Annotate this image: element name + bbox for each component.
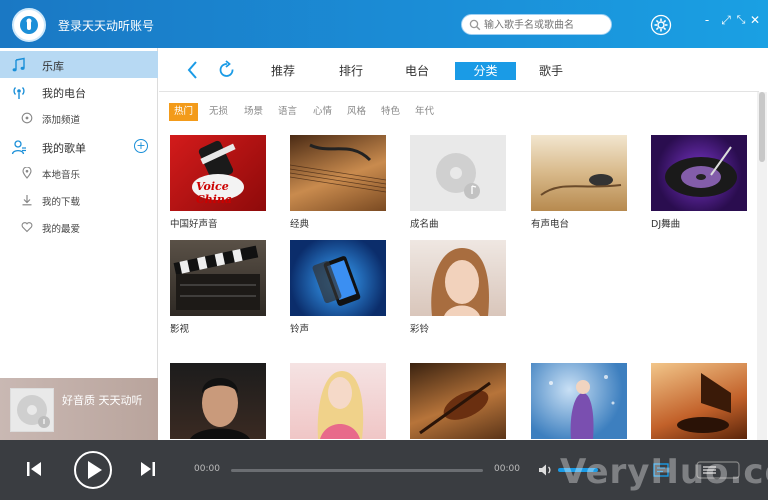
album-cover-placeholder	[10, 388, 54, 432]
heart-icon	[21, 222, 33, 233]
gear-icon[interactable]	[650, 14, 672, 36]
music-note-icon	[12, 57, 25, 72]
tab-ranking[interactable]: 排行	[331, 62, 371, 80]
play-icon[interactable]	[73, 450, 113, 490]
category-tile-ringtone[interactable]: 铃声	[290, 240, 386, 335]
category-tile-film[interactable]: 影视	[170, 240, 266, 335]
location-pin-icon	[22, 167, 32, 179]
current-time: 00:00	[194, 464, 220, 474]
category-thumbnail	[170, 363, 266, 439]
category-caption: 中国好声音	[170, 219, 218, 230]
category-tile-dj-dance[interactable]: DJ舞曲	[651, 135, 747, 230]
category-thumbnail	[290, 240, 386, 316]
category-mood[interactable]: 心情	[313, 103, 332, 121]
sidebar-item-label: 我的歌单	[42, 142, 86, 155]
sidebar-item-label: 我的电台	[42, 87, 86, 100]
tab-category[interactable]: 分类	[455, 62, 516, 80]
radio-antenna-icon	[13, 87, 25, 99]
sidebar-item-my-favorites[interactable]: 我的最爱	[0, 214, 158, 241]
category-thumbnail	[651, 363, 747, 439]
tab-recommend[interactable]: 推荐	[263, 62, 303, 80]
category-scene[interactable]: 场景	[244, 103, 263, 121]
category-caption: 影视	[170, 324, 190, 335]
minimize-button[interactable]: -	[699, 12, 715, 28]
category-thumbnail	[651, 135, 747, 211]
category-caption: 经典	[290, 219, 310, 230]
sidebar-item-my-radio[interactable]: 我的电台	[0, 78, 158, 105]
add-playlist-button[interactable]: +	[134, 139, 148, 153]
app-window: 登录天天动听账号 - ⤢ ⤡ ✕	[0, 0, 768, 500]
watermark: VeryHuo.com	[560, 452, 768, 492]
user-icon	[11, 140, 26, 155]
disc-icon	[17, 395, 50, 428]
category-thumbnail	[410, 363, 506, 439]
login-link[interactable]: 登录天天动听账号	[58, 17, 154, 34]
category-caption: 有声电台	[531, 219, 570, 230]
title-bar: 登录天天动听账号 - ⤢ ⤡ ✕	[0, 0, 768, 48]
close-button[interactable]: ✕	[747, 12, 763, 28]
category-tile[interactable]	[410, 363, 506, 440]
sidebar-item-label: 乐库	[42, 60, 64, 73]
sidebar-item-local-music[interactable]: 本地音乐	[0, 160, 158, 187]
category-feature[interactable]: 特色	[381, 103, 400, 121]
category-tile[interactable]	[651, 363, 747, 440]
volume-icon[interactable]	[538, 462, 554, 478]
category-lossless[interactable]: 无损	[209, 103, 228, 121]
category-thumbnail	[410, 135, 506, 211]
category-tile[interactable]	[290, 363, 386, 440]
category-thumbnail	[531, 135, 627, 211]
previous-track-icon[interactable]	[26, 460, 42, 478]
total-time: 00:00	[494, 464, 520, 474]
category-tile-audio-radio[interactable]: 有声电台	[531, 135, 627, 230]
category-thumbnail	[290, 363, 386, 439]
sidebar-item-label: 我的下载	[42, 197, 81, 208]
category-thumbnail	[290, 135, 386, 211]
category-caption: 彩铃	[410, 324, 430, 335]
category-thumbnail	[531, 363, 627, 439]
disc-icon	[436, 153, 480, 199]
search-box[interactable]	[461, 14, 612, 35]
download-icon	[22, 195, 32, 206]
category-thumbnail: Voice China	[170, 135, 266, 211]
category-thumbnail	[170, 240, 266, 316]
category-caption: 成名曲	[410, 219, 439, 230]
refresh-icon[interactable]	[218, 60, 236, 80]
sidebar-item-my-downloads[interactable]: 我的下载	[0, 187, 158, 214]
tab-singer[interactable]: 歌手	[531, 62, 571, 80]
progress-slider[interactable]	[231, 469, 483, 472]
sidebar-item-my-playlists[interactable]: 我的歌单 +	[0, 133, 158, 160]
sidebar-item-library[interactable]: 乐库	[0, 51, 158, 78]
thumbnail-logo-text: Voice China	[196, 180, 233, 206]
category-tile[interactable]	[531, 363, 627, 440]
category-era[interactable]: 年代	[415, 103, 434, 121]
sidebar-item-label: 我的最爱	[42, 224, 81, 235]
category-language[interactable]: 语言	[278, 103, 297, 121]
now-playing-panel[interactable]: 好音质 天天动听	[0, 378, 158, 440]
mini-mode-button[interactable]: ⤢	[718, 12, 734, 28]
category-tile-classic[interactable]: 经典	[290, 135, 386, 230]
now-playing-text: 好音质 天天动听	[62, 394, 143, 407]
sidebar-item-label: 本地音乐	[42, 170, 81, 181]
next-track-icon[interactable]	[140, 460, 156, 478]
app-logo-icon[interactable]	[12, 8, 46, 42]
search-icon	[469, 19, 481, 31]
category-tile-color-ringtone[interactable]: 彩铃	[410, 240, 506, 335]
main-content: 推荐 排行 电台 分类 歌手 热门 无损 场景 语言 心情 风格 特色 年代 V…	[159, 48, 768, 440]
category-thumbnail	[410, 240, 506, 316]
category-caption: DJ舞曲	[651, 219, 681, 230]
search-input[interactable]	[484, 17, 608, 33]
category-hot[interactable]: 热门	[169, 103, 199, 121]
category-tile-voice-china[interactable]: Voice China 中国好声音	[170, 135, 266, 230]
category-tile[interactable]	[170, 363, 266, 440]
sidebar-item-label: 添加频道	[42, 115, 81, 126]
category-style[interactable]: 风格	[347, 103, 366, 121]
add-channel-icon	[21, 112, 33, 124]
category-caption: 铃声	[290, 324, 310, 335]
back-arrow-icon[interactable]	[185, 60, 201, 80]
tab-radio[interactable]: 电台	[397, 62, 437, 80]
top-navigation: 推荐 排行 电台 分类 歌手	[159, 48, 759, 92]
category-tile-hit-songs[interactable]: 成名曲	[410, 135, 506, 230]
scrollbar-thumb[interactable]	[759, 92, 765, 162]
sidebar-item-add-channel[interactable]: 添加频道	[0, 105, 158, 132]
